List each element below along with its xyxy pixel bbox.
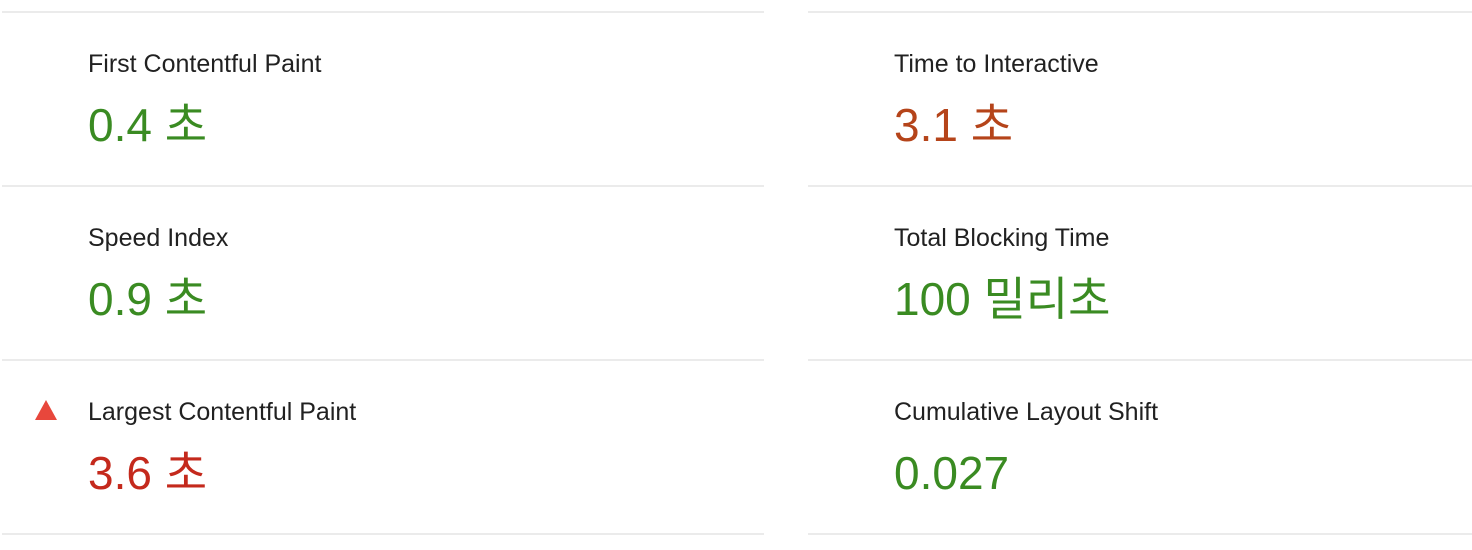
metric-label: Cumulative Layout Shift — [894, 398, 1159, 426]
metrics-column-right: Time to Interactive 3.1 초 Total Blocking… — [808, 11, 1472, 535]
metric-label: Time to Interactive — [894, 50, 1099, 78]
metrics-column-left: First Contentful Paint 0.4 초 Speed Index… — [2, 11, 764, 535]
metric-value: 0.027 — [894, 447, 1010, 499]
metric-label: First Contentful Paint — [88, 50, 322, 78]
metric-first-contentful-paint: First Contentful Paint 0.4 초 — [2, 11, 764, 185]
metric-cumulative-layout-shift: Cumulative Layout Shift 0.027 — [808, 359, 1472, 535]
metric-value: 3.1 초 — [894, 99, 1014, 151]
metric-value: 100 밀리초 — [894, 273, 1111, 325]
metric-label: Largest Contentful Paint — [88, 398, 357, 426]
metric-largest-contentful-paint: Largest Contentful Paint 3.6 초 — [2, 359, 764, 535]
metrics-grid: First Contentful Paint 0.4 초 Speed Index… — [0, 0, 1472, 550]
metric-time-to-interactive: Time to Interactive 3.1 초 — [808, 11, 1472, 185]
warning-triangle-icon — [35, 400, 57, 420]
metric-value: 0.9 초 — [88, 273, 208, 325]
metric-value: 3.6 초 — [88, 447, 208, 499]
metric-label: Total Blocking Time — [894, 224, 1110, 252]
metric-total-blocking-time: Total Blocking Time 100 밀리초 — [808, 185, 1472, 359]
metric-label: Speed Index — [88, 224, 229, 252]
metric-value: 0.4 초 — [88, 99, 208, 151]
metric-speed-index: Speed Index 0.9 초 — [2, 185, 764, 359]
